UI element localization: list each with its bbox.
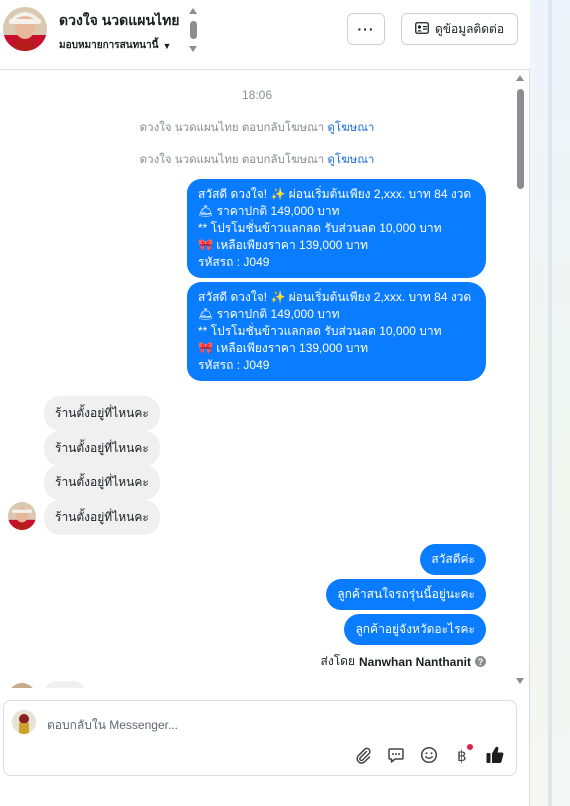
contact-card-icon xyxy=(415,21,429,37)
message-line: สวัสดี ดวงใจ! ✨ ผ่อนเริ่มต้นเพียง 2,xxx.… xyxy=(198,290,472,304)
outgoing-message[interactable]: สวัสดี ดวงใจ! ✨ ผ่อนเริ่มต้นเพียง 2,xxx.… xyxy=(187,179,486,278)
page-avatar xyxy=(12,710,36,734)
incoming-message[interactable]: ร้านตั้งอยู่ที่ไหนคะ xyxy=(44,396,160,431)
view-contact-info-button[interactable]: ดูข้อมูลติดต่อ xyxy=(401,13,518,45)
message-timestamp: 18:06 xyxy=(241,88,273,102)
view-ad-link[interactable]: ดูโฆษณา xyxy=(327,122,374,134)
emoji-icon[interactable] xyxy=(418,744,440,766)
contact-name: ดวงใจ นวดแผนไทย xyxy=(59,12,180,28)
reply-composer[interactable]: ตอบกลับใน Messenger... ฿ xyxy=(3,700,517,776)
outgoing-message[interactable]: ลูกค้าสนใจรถรุ่นนี้อยู่นะคะ xyxy=(326,579,486,610)
caret-down-icon: ▼ xyxy=(162,40,172,51)
message-line: 🎀 เหลือเพียงราคา 139,000 บาท xyxy=(198,341,369,355)
message-line: 🛎 ราคาปกติ 149,000 บาท xyxy=(198,307,340,321)
currency-icon[interactable]: ฿ xyxy=(451,744,473,766)
assign-conversation-dropdown[interactable]: มอบหมายการสนทนานี้ ▼ xyxy=(59,38,171,53)
incoming-message[interactable]: ร้านตั้งอยู่ที่ไหนคะ xyxy=(44,500,160,535)
message-line: 🎀 เหลือเพียงราคา 139,000 บาท xyxy=(198,238,369,252)
header-scrollbar[interactable] xyxy=(188,8,200,52)
system-message: ดวงใจ นวดแผนไทย ตอบกลับโฆษณา ดูโฆษณา xyxy=(0,151,514,169)
incoming-message[interactable]: ร้านตั้งอยู่ที่ไหนคะ xyxy=(44,465,160,500)
notification-dot xyxy=(467,744,473,750)
message-line: ** โปรโมชั่นข้าวแลกลด รับส่วนลด 10,000 บ… xyxy=(198,324,442,338)
sender-avatar-partial xyxy=(8,683,36,688)
conversation-panel: ดวงใจ นวดแผนไทย มอบหมายการสนทนานี้ ▼ ···… xyxy=(0,0,530,806)
contact-avatar[interactable] xyxy=(3,7,47,51)
outgoing-message[interactable]: สวัสดี ดวงใจ! ✨ ผ่อนเริ่มต้นเพียง 2,xxx.… xyxy=(187,282,486,381)
incoming-message[interactable]: ร้านตั้งอยู่ที่ไหนคะ xyxy=(44,431,160,466)
conversation-header: ดวงใจ นวดแผนไทย มอบหมายการสนทนานี้ ▼ ···… xyxy=(0,0,530,70)
saved-reply-icon[interactable] xyxy=(385,744,407,766)
view-contact-info-label: ดูข้อมูลติดต่อ xyxy=(434,21,505,36)
background-strip xyxy=(530,0,570,806)
message-thread: 18:06 ดวงใจ นวดแผนไทย ตอบกลับโฆษณา ดูโฆษ… xyxy=(0,71,514,688)
system-message: ดวงใจ นวดแผนไทย ตอบกลับโฆษณา ดูโฆษณา xyxy=(0,119,514,137)
outgoing-message[interactable]: สวัสดีค่ะ xyxy=(420,544,486,575)
outgoing-message[interactable]: ลูกค้าอยู่จังหวัดอะไรคะ xyxy=(344,614,486,645)
composer-toolbar: ฿ xyxy=(352,744,506,766)
system-message-text: ดวงใจ นวดแผนไทย ตอบกลับโฆษณา xyxy=(139,154,325,166)
info-icon[interactable]: ? xyxy=(475,656,486,667)
svg-text:฿: ฿ xyxy=(457,747,467,764)
like-icon[interactable] xyxy=(484,744,506,766)
sent-by-name: Nanwhan Nanthanit xyxy=(358,654,471,669)
system-message-text: ดวงใจ นวดแผนไทย ตอบกลับโฆษณา xyxy=(139,122,325,134)
message-line: ** โปรโมชั่นข้าวแลกลด รับส่วนลด 10,000 บ… xyxy=(198,221,442,235)
sender-avatar xyxy=(8,502,36,530)
sent-by-prefix: ส่งโดย xyxy=(320,654,355,668)
thread-scrollbar[interactable] xyxy=(514,71,528,688)
message-line: รหัสรถ : J049 xyxy=(198,358,270,372)
message-line: สวัสดี ดวงใจ! ✨ ผ่อนเริ่มต้นเพียง 2,xxx.… xyxy=(198,187,472,201)
sent-by-label: ส่งโดย Nanwhan Nanthanit ? xyxy=(321,652,486,671)
assign-label: มอบหมายการสนทนานี้ xyxy=(59,40,159,51)
message-line: 🛎 ราคาปกติ 149,000 บาท xyxy=(198,204,340,218)
attach-icon[interactable] xyxy=(352,744,374,766)
more-options-button[interactable]: ··· xyxy=(347,13,385,45)
reply-input[interactable]: ตอบกลับใน Messenger... xyxy=(47,716,178,735)
incoming-message-partial xyxy=(44,681,86,688)
message-line: รหัสรถ : J049 xyxy=(198,255,270,269)
view-ad-link[interactable]: ดูโฆษณา xyxy=(327,154,374,166)
